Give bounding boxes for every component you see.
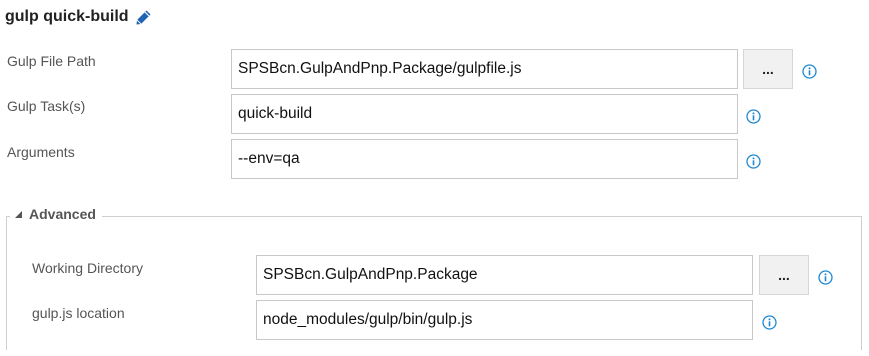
arguments-label: Arguments — [7, 144, 75, 160]
task-title-text: gulp quick-build — [5, 8, 129, 25]
gulp-file-path-label: Gulp File Path — [7, 53, 96, 69]
info-icon[interactable] — [762, 315, 777, 330]
working-directory-browse-button[interactable]: ... — [759, 255, 809, 295]
info-icon[interactable] — [746, 154, 761, 169]
gulp-tasks-input[interactable] — [231, 94, 738, 134]
working-directory-label: Working Directory — [32, 260, 143, 276]
gulpjs-location-label: gulp.js location — [32, 305, 125, 321]
info-icon[interactable] — [818, 270, 833, 285]
advanced-toggle[interactable]: Advanced — [10, 204, 102, 224]
info-icon[interactable] — [746, 109, 761, 124]
arguments-input[interactable] — [231, 139, 738, 179]
gulpjs-location-input[interactable] — [256, 300, 753, 340]
gulp-file-path-input[interactable] — [231, 49, 738, 89]
collapse-triangle-icon — [15, 210, 22, 218]
advanced-label: Advanced — [29, 206, 96, 222]
working-directory-input[interactable] — [256, 255, 753, 295]
pencil-icon[interactable] — [135, 9, 152, 26]
gulp-tasks-label: Gulp Task(s) — [7, 98, 86, 114]
gulp-file-path-browse-button[interactable]: ... — [743, 49, 793, 89]
info-icon[interactable] — [802, 64, 817, 79]
task-title: gulp quick-build — [5, 5, 152, 29]
